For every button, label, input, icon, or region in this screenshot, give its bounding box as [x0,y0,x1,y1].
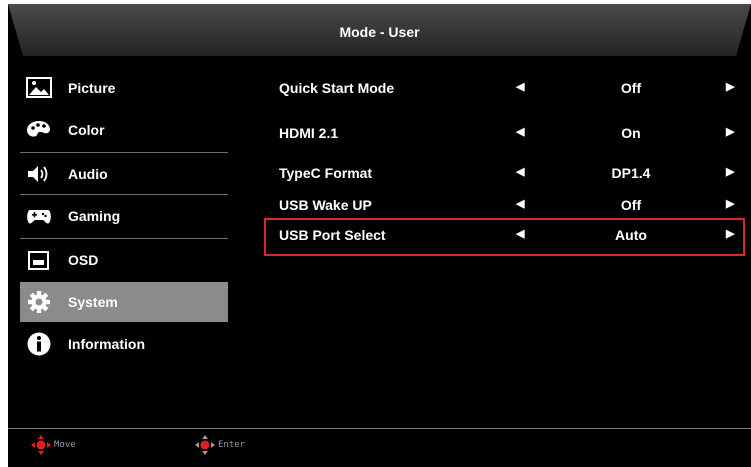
sidebar-item-picture[interactable]: Picture [20,68,228,108]
right-arrow-icon[interactable]: ▶ [726,197,734,210]
setting-label: Quick Start Mode [279,80,395,96]
setting-typec-format[interactable]: TypeC Format ◀ DP1.4 ▶ [271,159,741,187]
setting-label: USB Port Select [279,227,386,243]
hint-move-label: Move [54,440,76,450]
page-title: Mode - User [339,24,420,40]
setting-value: DP1.4 [611,165,651,181]
left-arrow-icon[interactable]: ◀ [516,227,524,240]
palette-icon [27,121,50,137]
divider [20,194,228,195]
left-arrow-icon[interactable]: ◀ [516,197,524,210]
sidebar-item-osd[interactable]: OSD [20,240,228,280]
right-arrow-icon[interactable]: ▶ [726,125,734,138]
picture-icon [26,77,52,98]
sidebar-item-label: Information [68,336,145,352]
sidebar-item-label: Gaming [68,208,121,224]
setting-value: On [621,125,641,141]
right-arrow-icon[interactable]: ▶ [726,80,734,93]
sidebar-item-label: Color [68,122,105,138]
right-arrow-icon[interactable]: ▶ [726,165,734,178]
dpad-enter-icon [195,435,215,455]
speaker-icon [28,166,48,182]
setting-hdmi-2-1[interactable]: HDMI 2.1 ◀ On ▶ [271,119,741,147]
setting-quick-start-mode[interactable]: Quick Start Mode ◀ Off ▶ [271,74,741,102]
setting-value: Auto [615,227,647,243]
sidebar-item-label: Picture [68,80,116,96]
divider [20,238,228,239]
setting-value: Off [620,197,642,213]
gamepad-icon [27,210,51,224]
setting-label: HDMI 2.1 [279,125,339,141]
sidebar-item-label: OSD [68,252,99,268]
dpad-move-icon [31,435,51,455]
gear-icon [28,291,50,313]
right-arrow-icon[interactable]: ▶ [726,227,734,240]
divider [20,152,228,153]
left-arrow-icon[interactable]: ◀ [516,165,524,178]
info-icon [27,332,51,356]
sidebar-item-information[interactable]: Information [20,324,228,364]
sidebar-item-label: Audio [68,166,108,182]
osd-window-icon [28,251,49,270]
header-bar: Mode - User [8,4,751,62]
sidebar-item-system[interactable]: System [20,282,228,322]
sidebar-item-gaming[interactable]: Gaming [20,196,228,236]
left-arrow-icon[interactable]: ◀ [516,80,524,93]
left-arrow-icon[interactable]: ◀ [516,125,524,138]
footer-divider [8,428,751,429]
hint-enter-label: Enter [218,440,246,450]
osd-menu: Mode - User Picture Color Audio Gaming O… [8,4,751,467]
setting-usb-wake-up[interactable]: USB Wake UP ◀ Off ▶ [271,191,741,219]
sidebar-item-audio[interactable]: Audio [20,154,228,194]
sidebar-item-label: System [68,294,118,310]
setting-label: USB Wake UP [279,197,372,213]
sidebar-item-color[interactable]: Color [20,110,228,150]
setting-value: Off [620,80,642,96]
setting-usb-port-select[interactable]: USB Port Select ◀ Auto ▶ [264,218,745,256]
setting-label: TypeC Format [279,165,373,181]
